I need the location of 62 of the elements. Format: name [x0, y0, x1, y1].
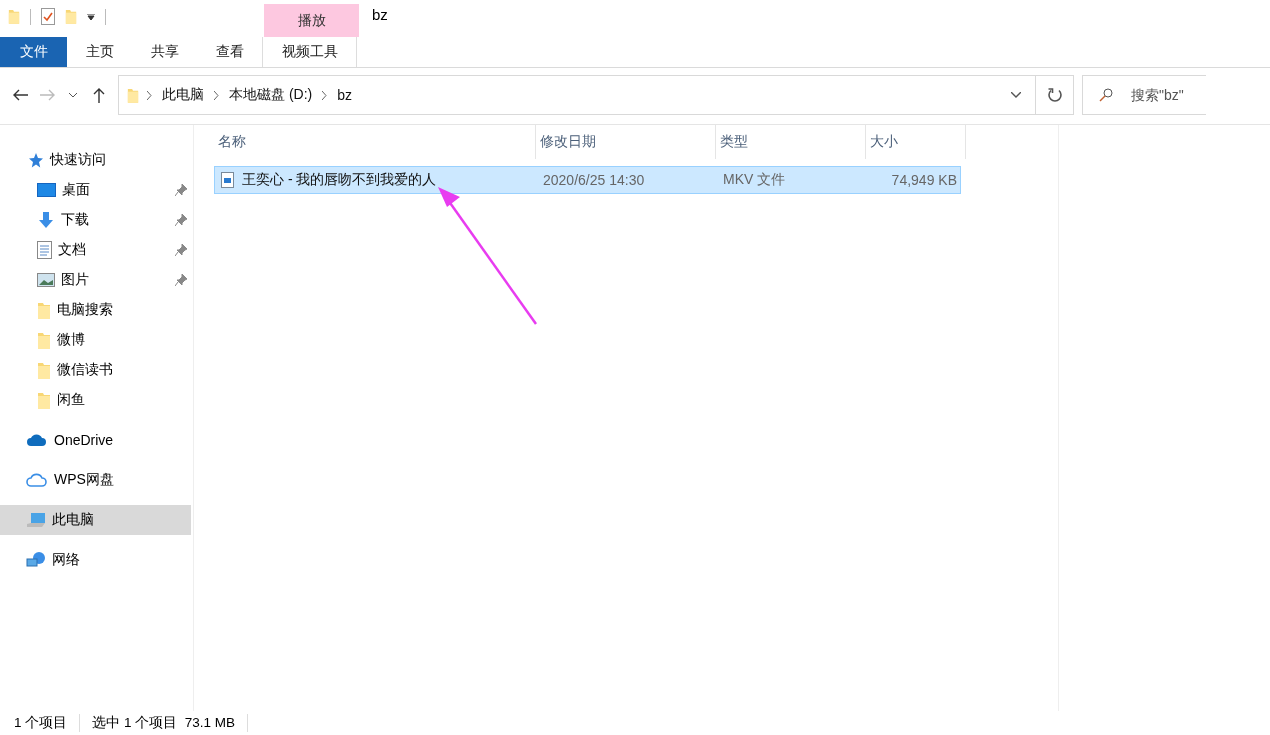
cell-text: 王奕心 - 我的唇吻不到我爱的人	[242, 171, 437, 189]
column-header[interactable]: 修改日期	[536, 125, 716, 159]
dropdown-caret-icon[interactable]	[87, 13, 95, 20]
folder-icon	[37, 331, 51, 349]
sidebar-item[interactable]: 微博	[0, 325, 191, 355]
sidebar-item[interactable]: 文档	[0, 235, 191, 265]
item-count: 1 个项目	[14, 714, 81, 732]
sidebar-item[interactable]: 电脑搜索	[0, 295, 191, 325]
folder-icon	[8, 8, 20, 25]
computer-icon	[26, 512, 46, 528]
new-folder-icon	[65, 8, 77, 25]
cloud-outline-icon	[26, 472, 48, 488]
cell-text: MKV 文件	[723, 171, 786, 189]
refresh-icon	[1046, 87, 1063, 103]
network-icon	[26, 551, 46, 569]
folder-icon	[127, 86, 139, 104]
sidebar-item[interactable]: 此电脑	[0, 505, 191, 535]
chevron-icon	[147, 90, 152, 100]
chevron-icon	[322, 90, 328, 100]
breadcrumb[interactable]: 此电脑	[160, 86, 206, 104]
cloud-icon	[26, 433, 48, 447]
file-menu-tab[interactable]: 文件	[0, 37, 67, 67]
column-header[interactable]: 名称	[214, 125, 536, 159]
search-field[interactable]: 搜索"bz"	[1082, 75, 1206, 115]
cell-text: 74,949 KB	[891, 172, 957, 188]
column-header[interactable]: 大小	[866, 125, 966, 159]
cell-text: 2020/6/25 14:30	[543, 172, 645, 188]
sidebar-item[interactable]: 网络	[0, 545, 191, 575]
sidebar-item[interactable]: 闲鱼	[0, 385, 191, 415]
document-icon	[37, 241, 52, 259]
folder-icon	[37, 301, 51, 319]
address-bar[interactable]: 此电脑 本地磁盘 (D:) bz	[118, 75, 1074, 115]
breadcrumb[interactable]: 本地磁盘 (D:)	[227, 86, 315, 104]
chevron-icon	[214, 90, 219, 100]
window-title: bz	[371, 6, 388, 25]
properties-icon[interactable]	[41, 8, 55, 25]
ribbon-tab[interactable]: 视频工具	[262, 37, 357, 67]
context-tab-header: 播放	[264, 4, 359, 37]
search-icon	[1099, 88, 1113, 102]
desktop-icon	[37, 183, 56, 197]
breadcrumb[interactable]: bz	[335, 87, 354, 103]
sidebar-item[interactable]: WPS网盘	[0, 465, 191, 495]
selection-info: 选中 1 个项目 73.1 MB	[92, 714, 249, 732]
sidebar-item[interactable]: 桌面	[0, 175, 191, 205]
file-row[interactable]: 王奕心 - 我的唇吻不到我爱的人 2020/6/25 14:30 MKV 文件 74,949 KB	[214, 166, 961, 194]
column-header[interactable]: 类型	[716, 125, 866, 159]
picture-icon	[37, 273, 55, 287]
up-arrow-icon	[93, 87, 105, 103]
sidebar-item[interactable]: OneDrive	[0, 425, 191, 455]
chevron-down-icon	[1011, 92, 1021, 98]
chevron-down-icon	[69, 92, 77, 98]
star-icon	[26, 151, 44, 169]
sidebar-item[interactable]: 图片	[0, 265, 191, 295]
video-file-icon	[221, 172, 234, 188]
folder-icon	[37, 361, 51, 379]
sidebar-item[interactable]: 下载	[0, 205, 191, 235]
sidebar-item[interactable]: 快速访问	[0, 145, 191, 175]
back-arrow-icon	[13, 89, 29, 101]
sidebar-item[interactable]: 微信读书	[0, 355, 191, 385]
download-arrow-icon	[37, 211, 55, 229]
forward-arrow-icon	[39, 89, 55, 101]
folder-icon	[37, 391, 51, 409]
